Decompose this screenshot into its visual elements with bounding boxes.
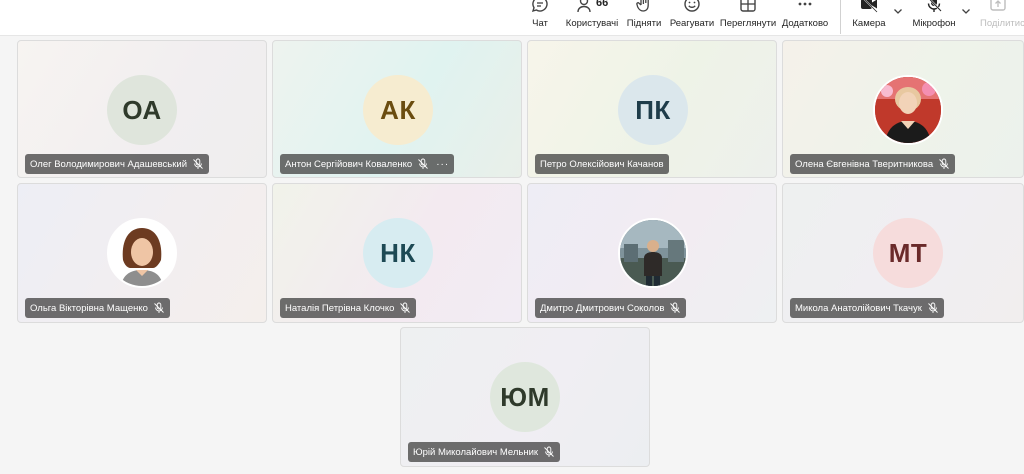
grid-view-icon	[740, 0, 756, 12]
people-count: 66	[596, 0, 609, 9]
share-label: Поділитися	[980, 18, 1024, 29]
avatar: ЮМ	[490, 362, 560, 432]
avatar: ПК	[618, 75, 688, 145]
mic-off-icon	[154, 302, 164, 313]
mic-off-icon	[400, 302, 411, 313]
share-button[interactable]: Поділитися	[980, 0, 1024, 34]
camera-options-chevron-down-icon[interactable]	[892, 5, 904, 17]
more-icon	[798, 2, 812, 6]
chat-label: Чат	[532, 18, 548, 29]
participant-tile[interactable]: МТ Микола Анатолійович Ткачук	[782, 183, 1024, 323]
participant-photo	[107, 218, 177, 288]
participant-name: Микола Анатолійович Ткачук	[795, 302, 922, 314]
participant-nameplate: Наталія Петрівна Клочко	[280, 298, 417, 318]
avatar: ОА	[107, 75, 177, 145]
participant-tile[interactable]: Олена Євгенівна Тверитникова	[782, 40, 1024, 178]
mic-label: Мікрофон	[912, 18, 956, 29]
participant-name: Наталія Петрівна Клочко	[285, 302, 395, 314]
man-outdoor-photo-image	[620, 220, 686, 286]
mic-off-icon	[939, 158, 949, 169]
view-button[interactable]: Переглянути	[720, 0, 776, 34]
participant-tile[interactable]: Ольга Вікторівна Мащенко	[17, 183, 267, 323]
participant-tile[interactable]: Дмитро Дмитрович Соколов	[527, 183, 777, 323]
more-options-icon[interactable]: ···	[436, 159, 449, 170]
participant-tile[interactable]: НК Наталія Петрівна Клочко	[272, 183, 522, 323]
participant-nameplate: Дмитро Дмитрович Соколов	[535, 298, 687, 318]
chat-icon	[531, 0, 548, 13]
chat-button[interactable]: Чат	[526, 0, 554, 34]
avatar: МТ	[873, 218, 943, 288]
participant-name: Ольга Вікторівна Мащенко	[30, 302, 148, 314]
mic-off-icon	[670, 302, 681, 313]
mic-off-icon	[928, 302, 938, 313]
participant-nameplate: Антон Сергійович Коваленко ···	[280, 154, 455, 174]
participant-name: Петро Олексійович Качанов	[540, 158, 664, 170]
smiley-icon	[684, 0, 700, 12]
avatar: АК	[363, 75, 433, 145]
participant-name: Олена Євгенівна Тверитникова	[795, 158, 934, 170]
woman-portrait-image	[875, 77, 941, 143]
participant-tile[interactable]: ЮМ Юрій Миколайович Мельник	[400, 327, 650, 467]
participant-nameplate: Петро Олексійович Качанов	[535, 154, 669, 174]
participant-nameplate: Юрій Миколайович Мельник	[408, 442, 561, 462]
participant-photo	[618, 218, 688, 288]
mic-button[interactable]: Мікрофон	[910, 0, 958, 34]
participant-name: Олег Володимирович Адашевський	[30, 158, 188, 170]
raise-hand-icon	[636, 0, 649, 12]
mic-options-chevron-down-icon[interactable]	[960, 5, 972, 17]
more-button[interactable]: Додатково	[780, 0, 830, 34]
mic-off-icon	[193, 158, 203, 169]
participant-photo	[873, 75, 943, 145]
camera-button[interactable]: Камера	[850, 0, 888, 34]
people-button[interactable]: 66 Користувачі	[566, 0, 618, 34]
people-icon	[577, 0, 591, 13]
view-label: Переглянути	[719, 18, 777, 29]
participant-nameplate: Ольга Вікторівна Мащенко	[25, 298, 170, 318]
more-label: Додатково	[781, 18, 829, 29]
participant-tile[interactable]: ПК Петро Олексійович Качанов	[527, 40, 777, 178]
camera-off-icon	[861, 0, 878, 13]
people-label: Користувачі	[565, 18, 619, 29]
toolbar-divider	[840, 0, 841, 34]
participant-name: Юрій Миколайович Мельник	[413, 446, 539, 458]
participant-name: Антон Сергійович Коваленко	[285, 158, 413, 170]
mic-off-icon	[544, 446, 554, 457]
share-icon	[989, 0, 1006, 11]
participant-name: Дмитро Дмитрович Соколов	[540, 302, 665, 314]
raise-hand-button[interactable]: Підняти	[626, 0, 662, 34]
avatar: НК	[363, 218, 433, 288]
participant-tile[interactable]: АК Антон Сергійович Коваленко ···	[272, 40, 522, 178]
mic-off-icon	[418, 158, 429, 169]
participant-nameplate: Олена Євгенівна Тверитникова	[790, 154, 956, 174]
participant-nameplate: Олег Володимирович Адашевський	[25, 154, 210, 174]
react-button[interactable]: Реагувати	[670, 0, 714, 34]
participant-tile[interactable]: ОА Олег Володимирович Адашевський	[17, 40, 267, 178]
camera-label: Камера	[852, 18, 886, 29]
mic-off-icon	[927, 0, 942, 12]
participant-nameplate: Микола Анатолійович Ткачук	[790, 298, 944, 318]
react-label: Реагувати	[669, 18, 715, 29]
raise-hand-label: Підняти	[626, 18, 662, 29]
woman-portrait-image	[109, 220, 175, 286]
meeting-toolbar: Чат 66 Користувачі Підняти Реагувати Пер…	[0, 0, 1024, 36]
